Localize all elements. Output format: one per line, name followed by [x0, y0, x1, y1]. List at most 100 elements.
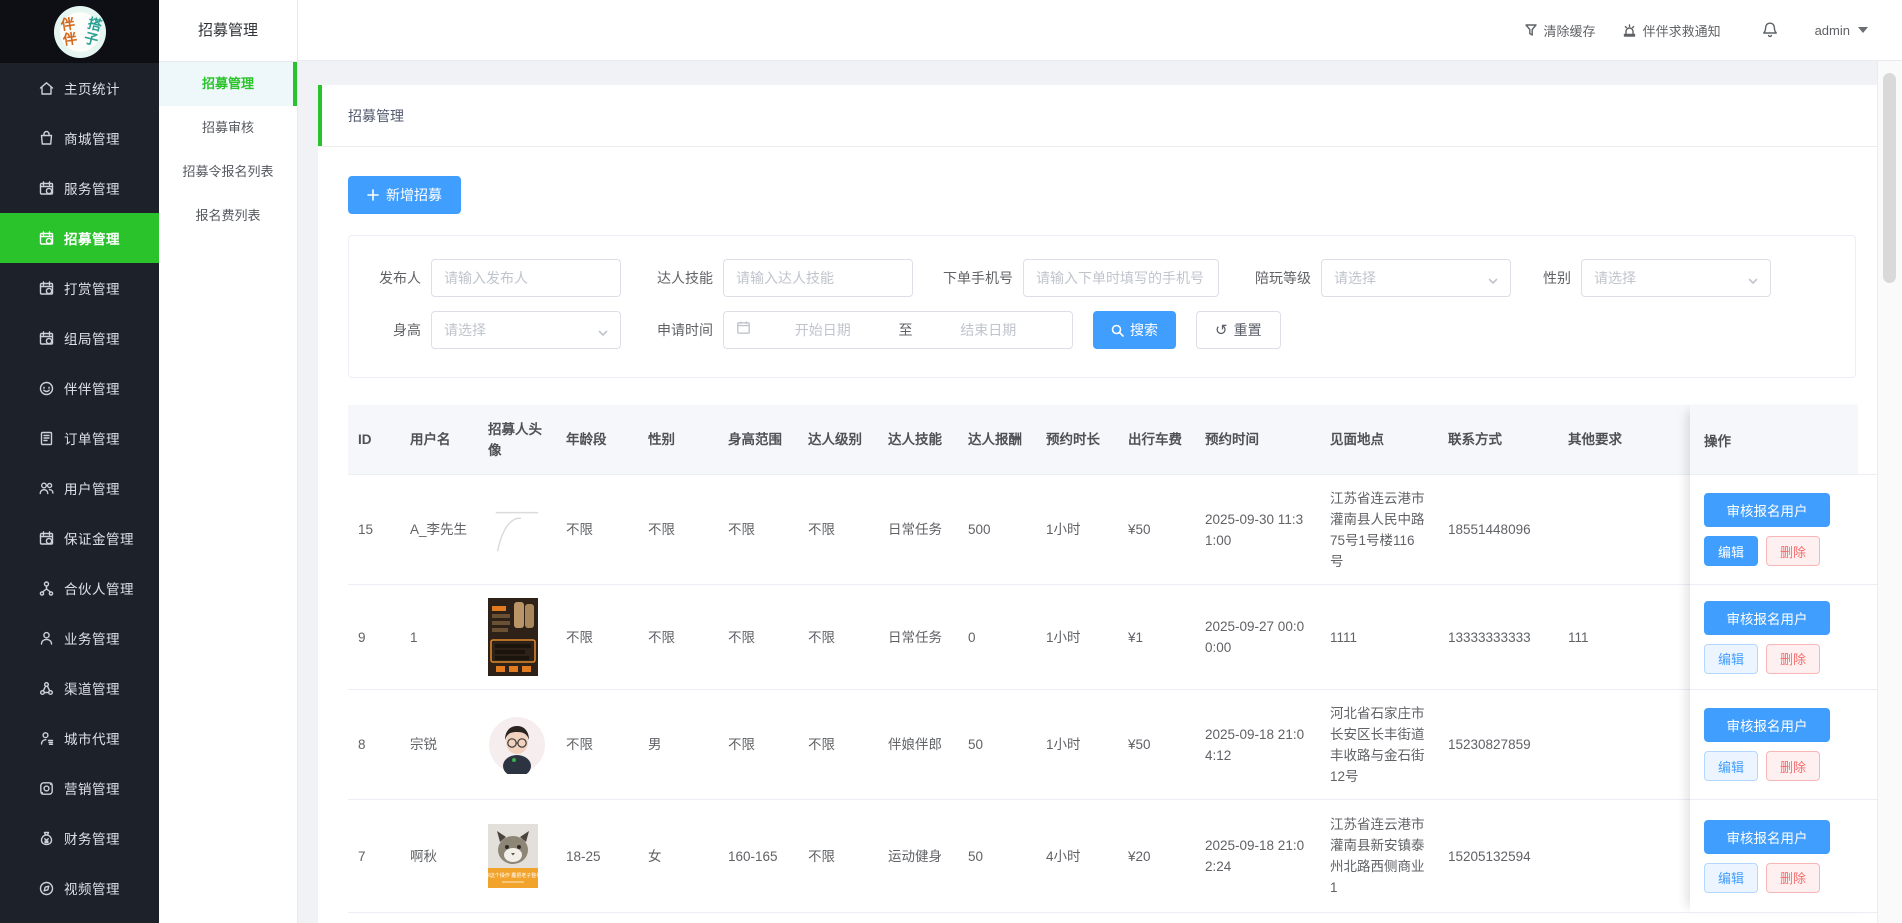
review-signup-button[interactable]: 审核报名用户	[1704, 820, 1830, 854]
phone-input[interactable]	[1023, 259, 1219, 297]
sidebar-item-label: 财务管理	[64, 828, 120, 848]
sidebar-item-city-agent[interactable]: 城市代理	[0, 713, 159, 763]
cell-contact: 13333333333	[1438, 627, 1558, 648]
cell-age: 不限	[556, 519, 638, 540]
users-icon	[38, 480, 55, 497]
filter-height: 身高 请选择	[349, 311, 621, 349]
cell-contact: 15230827859	[1438, 734, 1558, 755]
sidebar-item-label: 渠道管理	[64, 678, 120, 698]
filter-skill: 达人技能	[641, 259, 913, 297]
sidebar-item-banban[interactable]: 伴伴管理	[0, 363, 159, 413]
edit-button[interactable]: 编辑	[1704, 644, 1758, 674]
level-label: 陪玩等级	[1239, 268, 1311, 288]
sidebar-item-finance[interactable]: 财务管理	[0, 813, 159, 863]
edit-button[interactable]: 编辑	[1704, 751, 1758, 781]
sidebar-item-channel[interactable]: 渠道管理	[0, 663, 159, 713]
apply-time-label: 申请时间	[641, 320, 713, 340]
review-signup-button[interactable]: 审核报名用户	[1704, 601, 1830, 635]
top-header: 清除缓存 伴伴求救通知 admin	[298, 0, 1902, 61]
submenu-item-recruit-signup-list[interactable]: 招募令报名列表	[159, 150, 297, 194]
submenu-item-recruit-audit[interactable]: 招募审核	[159, 106, 297, 150]
col-header-duration: 预约时长	[1036, 429, 1118, 450]
sidebar-item-label: 伴伴管理	[64, 378, 120, 398]
col-header-fare: 出行车费	[1118, 429, 1195, 450]
skill-input[interactable]	[723, 259, 913, 297]
notifications-button[interactable]	[1761, 21, 1785, 39]
face-icon	[38, 380, 55, 397]
sidebar-item-label: 业务管理	[64, 628, 120, 648]
col-header-level: 达人级别	[798, 429, 878, 450]
sidebar-item-orders[interactable]: 订单管理	[0, 413, 159, 463]
sidebar-item-reward[interactable]: 打赏管理	[0, 263, 159, 313]
review-signup-button[interactable]: 审核报名用户	[1704, 493, 1830, 527]
sidebar-item-home-stats[interactable]: 主页统计	[0, 63, 159, 113]
edit-button[interactable]: 编辑	[1704, 863, 1758, 893]
delete-button[interactable]: 删除	[1766, 644, 1820, 674]
submenu-item-recruit-manage[interactable]: 招募管理	[159, 62, 297, 106]
cell-skill: 运动健身	[878, 846, 958, 867]
sos-notice-button[interactable]: 伴伴求救通知	[1622, 21, 1721, 40]
target-icon	[38, 780, 55, 797]
filter-level: 陪玩等级 请选择	[1239, 259, 1511, 297]
sidebar-item-deposit[interactable]: 保证金管理	[0, 513, 159, 563]
sidebar-item-users[interactable]: 用户管理	[0, 463, 159, 513]
sidebar-item-service[interactable]: 服务管理	[0, 163, 159, 213]
col-header-skill: 达人技能	[878, 429, 958, 450]
cell-location: 1111	[1320, 627, 1438, 648]
sidebar-item-business[interactable]: 业务管理	[0, 613, 159, 663]
cell-level: 不限	[798, 519, 878, 540]
sidebar-item-partner[interactable]: 合伙人管理	[0, 563, 159, 613]
cell-gender: 女	[638, 846, 718, 867]
review-signup-button[interactable]: 审核报名用户	[1704, 708, 1830, 742]
cell-duration: 1小时	[1036, 627, 1118, 648]
delete-button[interactable]: 删除	[1766, 751, 1820, 781]
cell-id: 7	[348, 846, 400, 867]
home-icon	[38, 80, 55, 97]
cell-age: 不限	[556, 627, 638, 648]
scrollbar-thumb[interactable]	[1883, 73, 1896, 283]
date-range-picker[interactable]: 开始日期 至 结束日期	[723, 311, 1073, 349]
sidebar-item-label: 营销管理	[64, 778, 120, 798]
reset-label: 重置	[1234, 320, 1262, 340]
calendar-icon	[38, 530, 55, 547]
col-header-avatar: 招募人头像	[478, 419, 556, 461]
cell-gender: 不限	[638, 627, 718, 648]
user-menu[interactable]: admin	[1815, 23, 1868, 38]
submenu-item-signup-fee-list[interactable]: 报名费列表	[159, 194, 297, 238]
sidebar-item-label: 订单管理	[64, 428, 120, 448]
cell-username: 啊秋	[400, 846, 478, 867]
cell-fare: ¥50	[1118, 519, 1195, 540]
sidebar-item-marketing[interactable]: 营销管理	[0, 763, 159, 813]
gender-select[interactable]: 请选择	[1581, 259, 1771, 297]
cell-contact: 18551448096	[1438, 519, 1558, 540]
table-row: 8 宗锐 不限 男 不限 不限 伴娘伴郎 50 1小时 ¥50 2025-09-…	[348, 690, 1877, 800]
level-select[interactable]: 请选择	[1321, 259, 1511, 297]
sidebar-item-mall[interactable]: 商城管理	[0, 113, 159, 163]
cell-fare: ¥1	[1118, 627, 1195, 648]
caret-down-icon	[1858, 27, 1868, 33]
col-header-age: 年龄段	[556, 429, 638, 450]
app-logo[interactable]: 伴伴 搭子	[54, 6, 106, 58]
edit-button[interactable]: 编辑	[1704, 536, 1758, 566]
col-header-height-range: 身高范围	[718, 429, 798, 450]
delete-button[interactable]: 删除	[1766, 536, 1820, 566]
chevron-down-icon	[1488, 273, 1498, 283]
sidebar-item-video[interactable]: 视频管理	[0, 863, 159, 913]
sidebar-item-recruit[interactable]: 招募管理	[0, 213, 159, 263]
reset-button[interactable]: ↺ 重置	[1196, 311, 1281, 349]
cell-height-range: 不限	[718, 519, 798, 540]
height-select[interactable]: 请选择	[431, 311, 621, 349]
add-recruit-label: 新增招募	[386, 185, 442, 205]
cell-id: 9	[348, 627, 400, 648]
sidebar-item-label: 合伙人管理	[64, 578, 134, 598]
filter-icon	[1524, 23, 1538, 37]
add-recruit-button[interactable]: 新增招募	[348, 176, 461, 214]
sidebar-item-group[interactable]: 组局管理	[0, 313, 159, 363]
cell-age: 不限	[556, 734, 638, 755]
publisher-input[interactable]	[431, 259, 621, 297]
chevron-down-icon	[598, 325, 608, 335]
breadcrumb: 招募管理	[348, 106, 404, 126]
search-button[interactable]: 搜索	[1093, 311, 1176, 349]
delete-button[interactable]: 删除	[1766, 863, 1820, 893]
clear-cache-button[interactable]: 清除缓存	[1524, 21, 1596, 40]
